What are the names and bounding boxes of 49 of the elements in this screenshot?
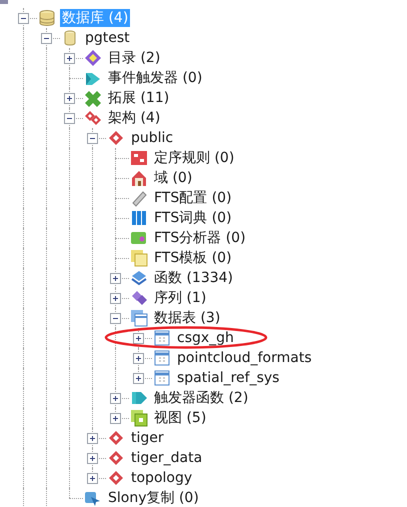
tree-item[interactable]: FTS分析器 (0) xyxy=(152,229,248,247)
tree-item[interactable]: pgtest xyxy=(83,29,132,47)
tree-item[interactable]: 序列 (1) xyxy=(152,289,208,307)
tree-item[interactable]: 函数 (1334) xyxy=(152,269,236,287)
tree-item[interactable]: 事件触发器 (0) xyxy=(106,69,204,87)
collation-icon xyxy=(130,149,148,167)
expand-toggle[interactable] xyxy=(64,53,75,64)
tree-item[interactable]: FTS词典 (0) xyxy=(152,209,234,227)
tree-item[interactable]: 目录 (2) xyxy=(106,49,162,67)
expand-toggle[interactable] xyxy=(133,333,144,344)
trigger-function-icon xyxy=(130,389,148,407)
tree-item[interactable]: 架构 (4) xyxy=(106,109,162,127)
tree-item[interactable]: tiger_data xyxy=(129,449,204,467)
tree-item[interactable]: FTS模板 (0) xyxy=(152,249,234,267)
collapse-toggle[interactable] xyxy=(110,313,121,324)
tree-item[interactable]: 拓展 (11) xyxy=(106,89,172,107)
tree-item[interactable]: Slony复制 (0) xyxy=(106,489,201,507)
collapse-toggle[interactable] xyxy=(87,133,98,144)
view-icon xyxy=(130,409,148,427)
fts-template-icon xyxy=(130,249,148,267)
expand-toggle[interactable] xyxy=(133,353,144,364)
expand-toggle[interactable] xyxy=(110,273,121,284)
tree-item[interactable]: 视图 (5) xyxy=(152,409,208,427)
expand-toggle[interactable] xyxy=(110,393,121,404)
tree-item[interactable]: 域 (0) xyxy=(152,169,194,187)
domain-icon xyxy=(130,169,148,187)
tree-item[interactable]: pointcloud_formats xyxy=(175,349,314,367)
databases-icon xyxy=(38,9,56,27)
tree-item[interactable]: FTS配置 (0) xyxy=(152,189,234,207)
tree-item[interactable]: topology xyxy=(129,469,194,487)
expand-toggle[interactable] xyxy=(87,473,98,484)
expand-toggle[interactable] xyxy=(133,373,144,384)
tree-item[interactable]: 数据表 (3) xyxy=(152,309,222,327)
expand-toggle[interactable] xyxy=(87,433,98,444)
collapse-toggle[interactable] xyxy=(18,13,29,24)
tree-item[interactable]: 触发器函数 (2) xyxy=(152,389,250,407)
fts-parser-icon xyxy=(130,229,148,247)
expand-toggle[interactable] xyxy=(87,453,98,464)
tree-item[interactable]: tiger xyxy=(129,429,166,447)
tree-item[interactable]: public xyxy=(129,129,176,147)
collapse-toggle[interactable] xyxy=(64,113,75,124)
collapse-toggle[interactable] xyxy=(41,33,52,44)
expand-toggle[interactable] xyxy=(64,93,75,104)
expand-toggle[interactable] xyxy=(110,293,121,304)
expand-toggle[interactable] xyxy=(110,413,121,424)
fts-dict-icon xyxy=(130,209,148,227)
tree-item[interactable]: spatial_ref_sys xyxy=(175,369,282,387)
tables-icon xyxy=(130,309,148,327)
tree-item[interactable]: 定序规则 (0) xyxy=(152,149,236,167)
